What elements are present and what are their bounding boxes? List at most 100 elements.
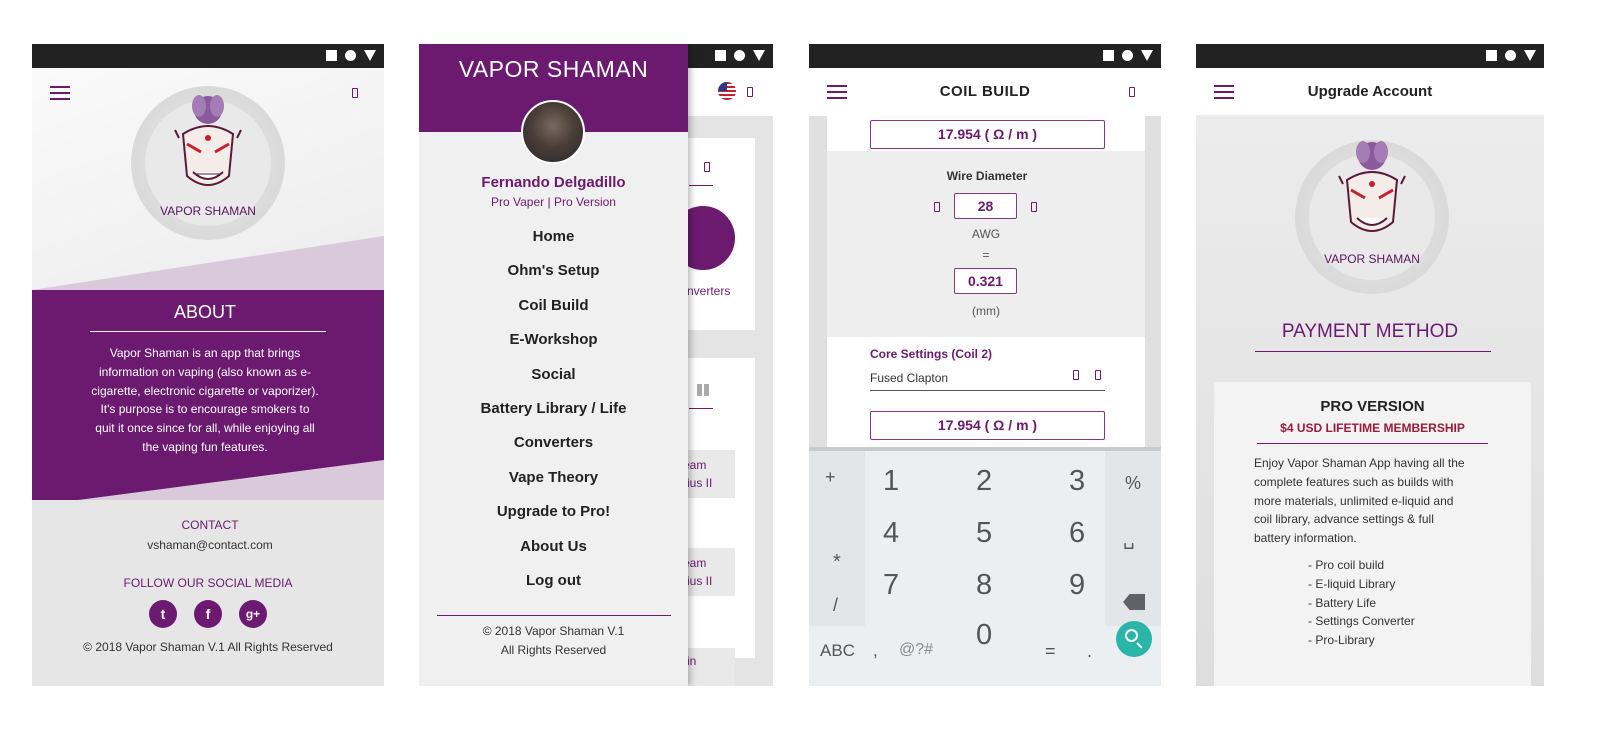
core-type-select[interactable]: Fused Clapton bbox=[870, 371, 1105, 391]
key-1[interactable]: 1 bbox=[883, 465, 899, 498]
shaman-mask-icon bbox=[174, 95, 242, 186]
menu-item-log-out[interactable]: Log out bbox=[419, 570, 688, 604]
key-6[interactable]: 6 bbox=[1069, 517, 1085, 550]
list-item: - Settings Converter bbox=[1308, 614, 1415, 629]
app-bar: Upgrade Account bbox=[1196, 68, 1544, 115]
menu-item-e-workshop[interactable]: E-Workshop bbox=[419, 329, 688, 363]
google-plus-icon[interactable]: g+ bbox=[239, 600, 267, 628]
logo: VAPOR SHAMAN bbox=[131, 86, 285, 240]
plan-title: PRO VERSION bbox=[1320, 398, 1425, 415]
logo-text: VAPOR SHAMAN bbox=[1324, 252, 1420, 266]
status-bar bbox=[32, 44, 384, 68]
search-fab[interactable] bbox=[1116, 621, 1152, 657]
menu-item-vape-theory[interactable]: Vape Theory bbox=[419, 467, 688, 501]
key-percent[interactable]: % bbox=[1125, 473, 1141, 494]
menu-button[interactable] bbox=[50, 86, 70, 100]
twitter-icon[interactable]: t bbox=[149, 600, 177, 628]
list-item: - Battery Life bbox=[1308, 595, 1377, 610]
list-item: - Pro-Library bbox=[1308, 633, 1375, 648]
shaman-mask-icon bbox=[1338, 141, 1406, 232]
section-title: PAYMENT METHOD bbox=[1281, 321, 1459, 342]
page-title: COIL BUILD bbox=[939, 83, 1031, 100]
key-space[interactable]: ␣ bbox=[1123, 529, 1134, 550]
edit-icon[interactable] bbox=[1073, 370, 1079, 380]
facebook-icon[interactable]: f bbox=[194, 600, 222, 628]
logo: VAPOR SHAMAN bbox=[1295, 140, 1449, 294]
equals-sign: = bbox=[982, 248, 990, 262]
drawer-app-name: VAPOR SHAMAN bbox=[458, 56, 649, 82]
menu-item-battery-library[interactable]: Battery Library / Life bbox=[419, 398, 688, 432]
key-4[interactable]: 4 bbox=[883, 517, 899, 550]
user-name: Fernando Delgadillo bbox=[481, 174, 626, 191]
drawer-divider bbox=[437, 615, 671, 616]
avatar[interactable] bbox=[521, 100, 585, 164]
key-symbols[interactable]: @?# bbox=[899, 641, 933, 659]
key-multiply[interactable]: * bbox=[833, 551, 841, 574]
section-divider bbox=[1255, 351, 1491, 352]
card-icon bbox=[704, 162, 710, 172]
heading-divider bbox=[90, 331, 326, 332]
upgrade-screen: Upgrade Account VAPOR SHAMAN PAYMENT MET… bbox=[1196, 44, 1544, 686]
resistance-top-field[interactable]: 17.954 ( Ω / m ) bbox=[870, 120, 1105, 149]
menu-item-social[interactable]: Social bbox=[419, 364, 688, 398]
background-card bbox=[679, 358, 755, 658]
increment-icon[interactable] bbox=[1031, 202, 1037, 212]
logo-text: VAPOR SHAMAN bbox=[160, 204, 256, 218]
key-0[interactable]: 0 bbox=[976, 619, 992, 652]
copyright: © 2018 Vapor Shaman V.1 All Rights Reser… bbox=[83, 640, 333, 654]
plan-price: $4 USD LIFETIME MEMBERSHIP bbox=[1280, 421, 1465, 435]
menu-item-home[interactable]: Home bbox=[419, 226, 688, 260]
flag-icon[interactable] bbox=[718, 82, 736, 100]
plan-card[interactable]: PRO VERSION $4 USD LIFETIME MEMBERSHIP E… bbox=[1214, 382, 1531, 686]
feature-list: - Pro coil build - E-liquid Library - Ba… bbox=[1308, 556, 1415, 650]
phone-icon[interactable] bbox=[1129, 87, 1135, 97]
key-plus[interactable]: + bbox=[825, 467, 836, 488]
about-heading: ABOUT bbox=[173, 302, 236, 322]
plan-divider bbox=[1257, 443, 1488, 444]
key-8[interactable]: 8 bbox=[976, 569, 992, 602]
key-2[interactable]: 2 bbox=[976, 465, 992, 498]
about-screen: VAPOR SHAMAN ABOUT Vapor Shaman is an ap… bbox=[32, 44, 384, 686]
resistance-bottom-field[interactable]: 17.954 ( Ω / m ) bbox=[870, 411, 1105, 440]
coil-build-screen: COIL BUILD 17.954 ( Ω / m ) Wire Diamete… bbox=[809, 44, 1161, 686]
about-body: Vapor Shaman is an app that brings infor… bbox=[91, 346, 319, 454]
menu-item-upgrade[interactable]: Upgrade to Pro! bbox=[419, 501, 688, 535]
mm-label: (mm) bbox=[972, 304, 1000, 318]
menu-item-ohms-setup[interactable]: Ohm's Setup bbox=[419, 260, 688, 294]
social-label: FOLLOW OUR SOCIAL MEDIA bbox=[123, 576, 293, 590]
plan-description: Enjoy Vapor Shaman App having all the co… bbox=[1254, 456, 1465, 546]
awg-field[interactable]: 28 bbox=[954, 193, 1017, 219]
mm-field[interactable]: 0.321 bbox=[954, 268, 1017, 294]
list-item: - Pro coil build bbox=[1308, 558, 1385, 572]
phone-icon[interactable] bbox=[352, 88, 358, 98]
drawer-footer-line1: © 2018 Vapor Shaman V.1 bbox=[482, 624, 625, 638]
delete-icon[interactable] bbox=[1095, 370, 1101, 380]
key-7[interactable]: 7 bbox=[883, 569, 899, 602]
key-9[interactable]: 9 bbox=[1069, 569, 1085, 602]
user-role: Pro Vaper | Pro Version bbox=[491, 195, 616, 209]
nav-drawer: VAPOR SHAMAN Fernando Delgadillo Pro Vap… bbox=[419, 44, 688, 686]
decrement-icon[interactable] bbox=[934, 202, 940, 212]
status-bar bbox=[1196, 44, 1544, 68]
search-icon bbox=[1125, 629, 1138, 642]
grid-icon bbox=[697, 384, 709, 396]
key-comma[interactable]: , bbox=[873, 641, 878, 661]
phone-icon[interactable] bbox=[747, 87, 753, 97]
menu-item-converters[interactable]: Converters bbox=[419, 432, 688, 466]
key-period[interactable]: . bbox=[1087, 641, 1092, 662]
page-title: Upgrade Account bbox=[1307, 83, 1433, 100]
key-3[interactable]: 3 bbox=[1069, 465, 1085, 498]
list-item: - E-liquid Library bbox=[1308, 576, 1396, 591]
contact-email[interactable]: vshaman@contact.com bbox=[32, 538, 384, 552]
menu-item-about-us[interactable]: About Us bbox=[419, 536, 688, 570]
menu-item-coil-build[interactable]: Coil Build bbox=[419, 295, 688, 329]
contact-label: CONTACT bbox=[181, 518, 239, 532]
core-settings-label: Core Settings (Coil 2) bbox=[870, 347, 993, 361]
app-bar: COIL BUILD bbox=[809, 68, 1161, 116]
key-divide[interactable]: / bbox=[833, 595, 838, 616]
drawer-footer-line2: All Rights Reserved bbox=[500, 643, 607, 657]
key-5[interactable]: 5 bbox=[976, 517, 992, 550]
key-equals[interactable]: = bbox=[1045, 641, 1056, 662]
menu-screen: nverters eam rius II eam rius II in VAPO… bbox=[419, 44, 773, 686]
key-abc[interactable]: ABC bbox=[820, 641, 855, 661]
